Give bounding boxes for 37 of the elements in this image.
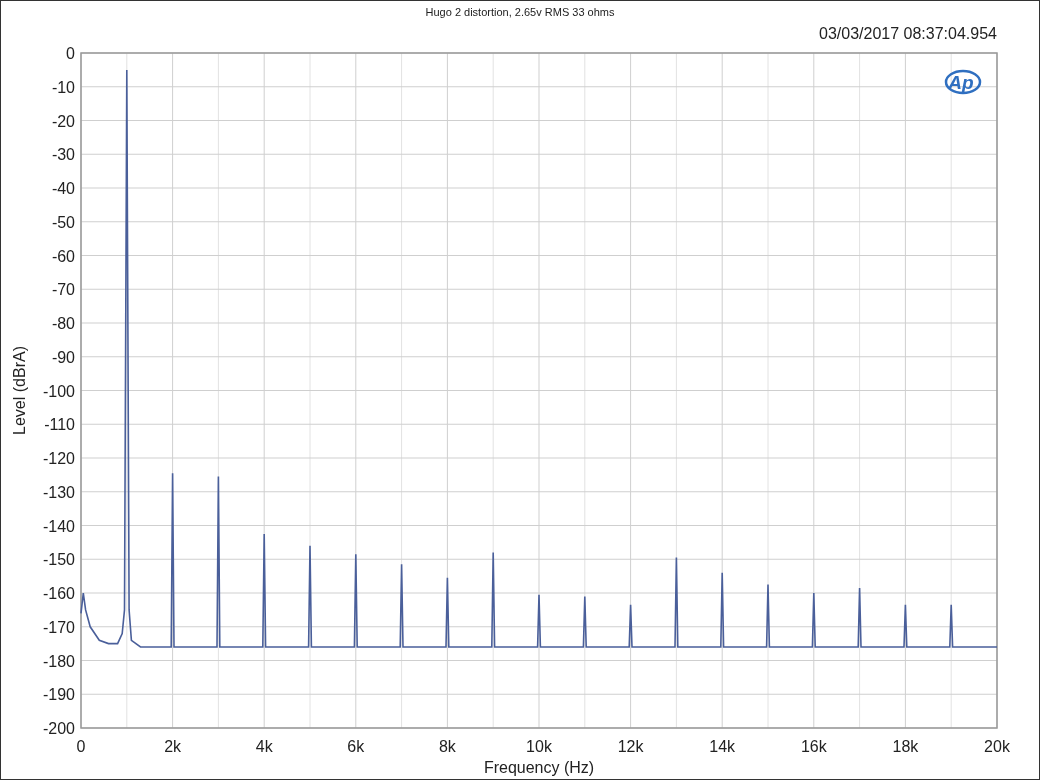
axis-tick-label: -20 — [51, 112, 75, 130]
axis-tick-label: 14k — [709, 738, 736, 755]
axis-tick-label: -30 — [51, 146, 75, 164]
axis-tick-label: 12k — [617, 738, 644, 755]
axis-tick-label: -40 — [51, 180, 75, 197]
axis-tick-label: -170 — [42, 618, 75, 636]
logo: Ap — [944, 69, 982, 95]
axis-title: Frequency (Hz) — [483, 759, 595, 776]
axis-tick-label: -10 — [51, 78, 75, 96]
axis-tick-label: 18k — [892, 738, 919, 755]
axis-tick-label: -200 — [42, 720, 75, 737]
axis-tick-label: 16k — [800, 738, 827, 755]
axis-title: Level (dBrA) — [11, 346, 28, 435]
axis-tick-label: 20k — [984, 738, 1010, 755]
axis-tick-label: -180 — [42, 652, 75, 670]
axis-tick-label: 10k — [526, 738, 552, 755]
timestamp: 03/03/2017 08:37:04.954 — [819, 24, 997, 44]
axis-tick-label: 0 — [76, 738, 86, 755]
axis-tick-label: 6k — [347, 738, 365, 755]
axis-tick-label: 4k — [255, 738, 273, 755]
axis-tick-label: -100 — [42, 382, 75, 400]
axis-tick-label: -110 — [44, 416, 75, 434]
axis-tick-label: -140 — [42, 517, 75, 535]
axis-tick-label: -190 — [42, 686, 75, 704]
axis-tick-label: 2k — [164, 738, 182, 755]
chart-title: Hugo 2 distortion, 2.65v RMS 33 ohms — [425, 5, 615, 19]
axis-tick-label: -120 — [42, 450, 75, 467]
axis-tick-label: -150 — [42, 551, 75, 569]
axis-tick-label: 0 — [66, 47, 75, 62]
axis-tick-label: -160 — [42, 585, 75, 602]
axis-tick-label: -80 — [51, 315, 75, 332]
axis-tick-label: -90 — [51, 348, 75, 366]
axis-tick-label: -50 — [51, 213, 75, 231]
axis-tick-label: -130 — [42, 483, 75, 501]
axis-tick-label: -70 — [51, 281, 75, 299]
axis-tick-label: -60 — [51, 247, 75, 265]
axis-tick-label: 8k — [438, 738, 456, 755]
